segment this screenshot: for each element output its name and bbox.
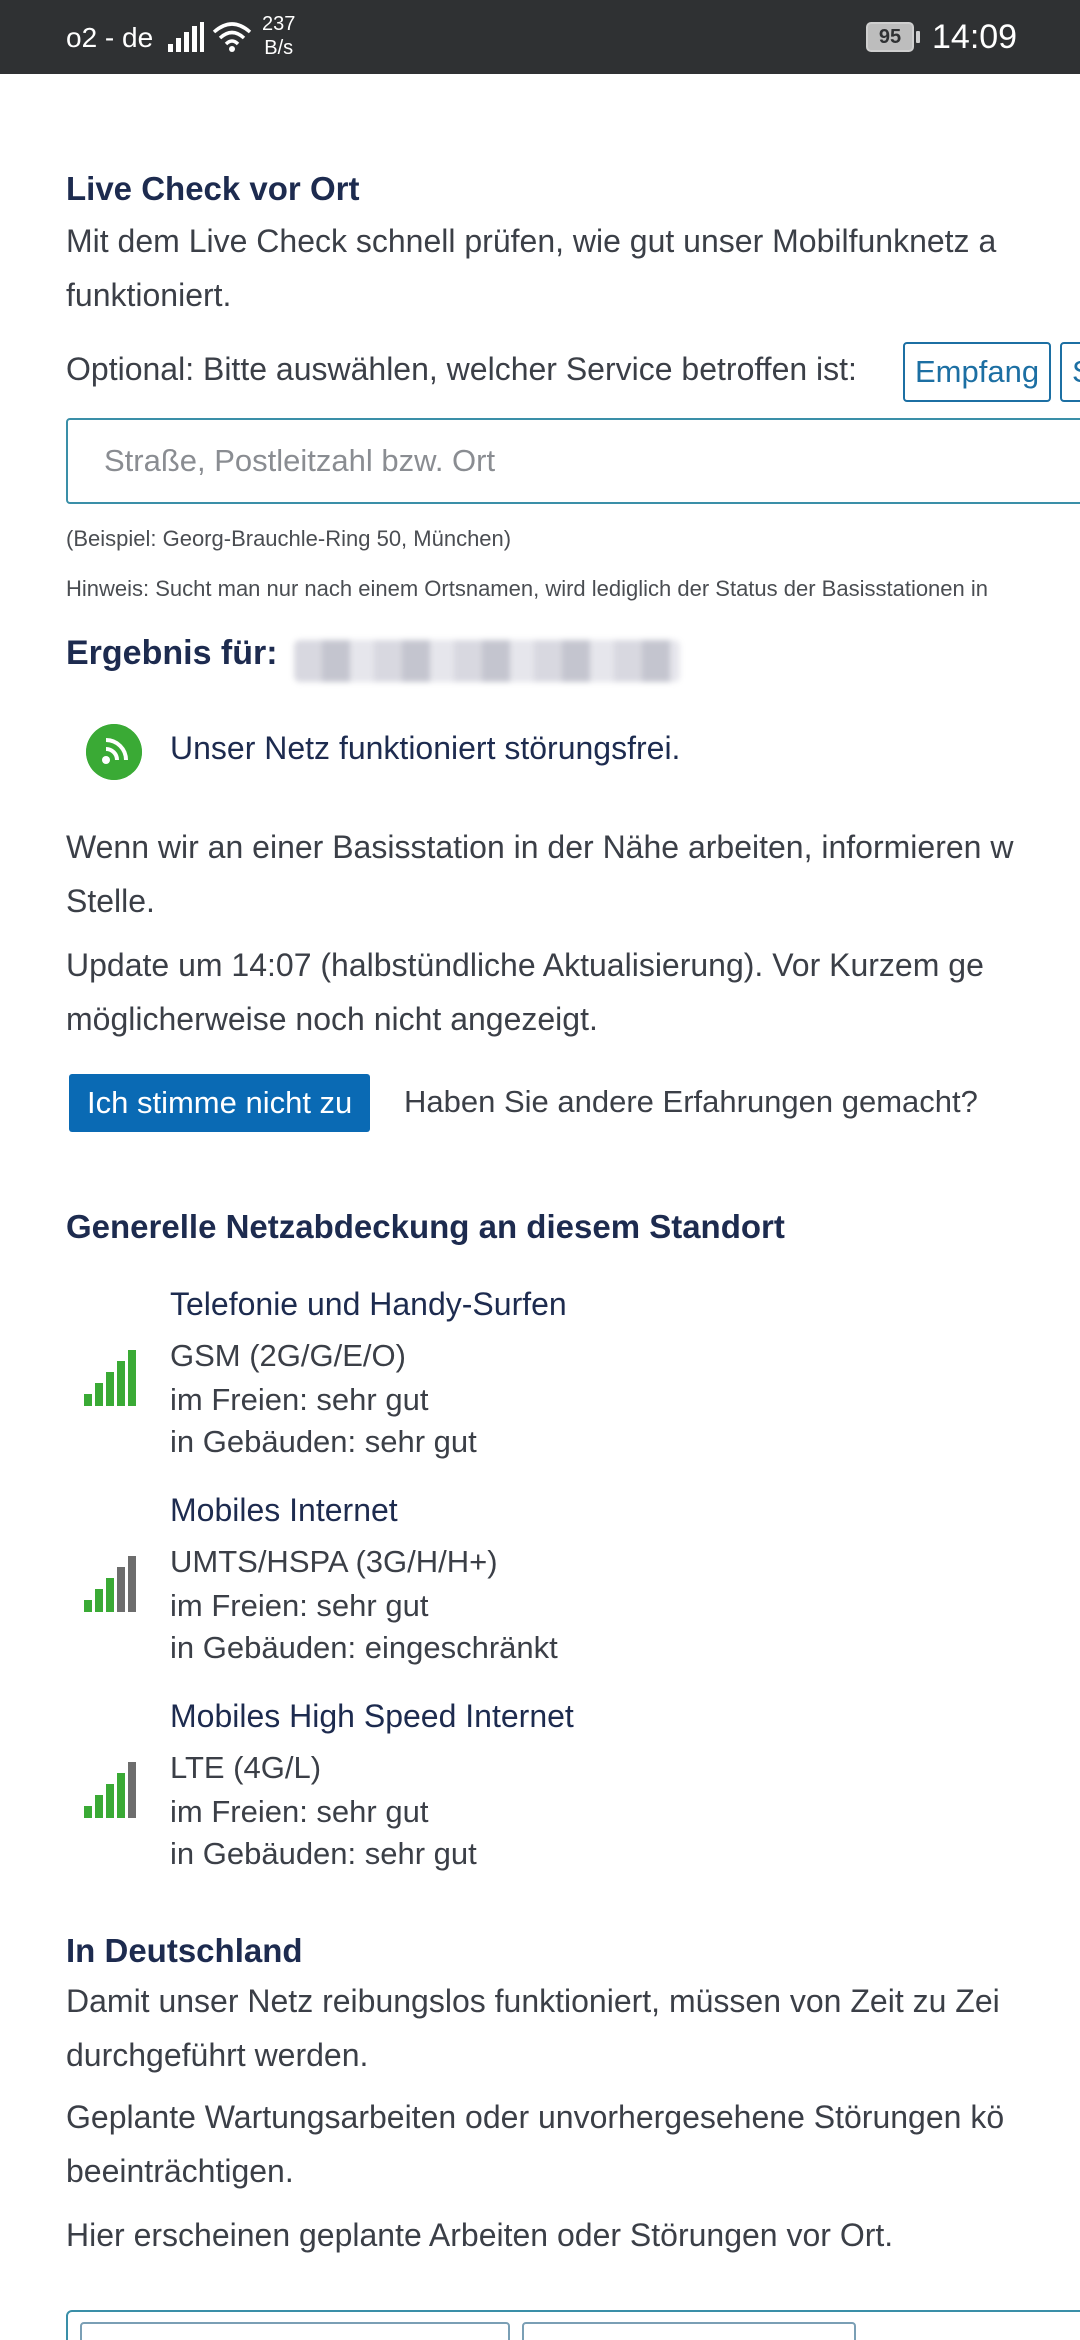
disruptions-tab[interactable] bbox=[522, 2322, 856, 2340]
coverage-item: Telefonie und Handy-Surfen GSM (2G/G/E/O… bbox=[66, 1286, 966, 1466]
coverage-outdoor: im Freien: sehr gut bbox=[170, 1382, 429, 1417]
coverage-title: Mobiles Internet bbox=[170, 1492, 398, 1528]
coverage-indoor: in Gebäuden: sehr gut bbox=[170, 1836, 477, 1871]
speed-value: 237 bbox=[262, 13, 296, 35]
live-check-intro-line2: funktioniert. bbox=[66, 277, 232, 313]
signal-bar bbox=[128, 1762, 136, 1818]
germany-p1-line2: durchgeführt werden. bbox=[66, 2037, 369, 2073]
coverage-heading: Generelle Netzabdeckung an diesem Stando… bbox=[66, 1208, 785, 1245]
coverage-item: Mobiles High Speed Internet LTE (4G/L) i… bbox=[66, 1698, 966, 1878]
germany-heading: In Deutschland bbox=[66, 1932, 303, 1969]
signal-bar bbox=[117, 1361, 125, 1406]
network-ok-icon bbox=[86, 724, 142, 780]
germany-p2-line2: beeinträchtigen. bbox=[66, 2153, 294, 2189]
cellular-signal-icon bbox=[168, 22, 204, 52]
germany-p3: Hier erscheinen geplante Arbeiten oder S… bbox=[66, 2217, 894, 2253]
disruptions-tab[interactable] bbox=[80, 2322, 510, 2340]
signal-strength-icon bbox=[84, 1556, 136, 1612]
service-button-second[interactable]: S bbox=[1060, 342, 1080, 402]
signal-bar bbox=[84, 1806, 92, 1818]
result-title: Ergebnis für: bbox=[66, 634, 278, 672]
status-bar: o2 - de 237 B/s 95 14:09 bbox=[0, 0, 1080, 74]
disagree-note: Haben Sie andere Erfahrungen gemacht? bbox=[404, 1084, 978, 1119]
signal-bar bbox=[106, 1784, 114, 1818]
coverage-tech: UMTS/HSPA (3G/H/H+) bbox=[170, 1544, 498, 1579]
update-info-line2: möglicherweise noch nicht angezeigt. bbox=[66, 1001, 598, 1037]
coverage-outdoor: im Freien: sehr gut bbox=[170, 1794, 429, 1829]
network-speed: 237 B/s bbox=[262, 12, 295, 60]
location-search-input[interactable] bbox=[66, 418, 1080, 504]
battery-icon: 95 bbox=[866, 22, 920, 52]
speed-unit: B/s bbox=[264, 37, 294, 59]
service-button-empfang[interactable]: Empfang bbox=[903, 342, 1052, 402]
coverage-indoor: in Gebäuden: sehr gut bbox=[170, 1424, 477, 1459]
live-check-heading: Live Check vor Ort bbox=[66, 170, 360, 207]
coverage-tech: LTE (4G/L) bbox=[170, 1750, 322, 1785]
germany-p1-line1: Damit unser Netz reibungslos funktionier… bbox=[66, 1983, 1000, 2019]
coverage-item: Mobiles Internet UMTS/HSPA (3G/H/H+) im … bbox=[66, 1492, 966, 1672]
signal-bar bbox=[117, 1773, 125, 1818]
coverage-title: Telefonie und Handy-Surfen bbox=[170, 1286, 567, 1322]
result-info-line1: Wenn wir an einer Basisstation in der Nä… bbox=[66, 829, 1014, 865]
disagree-button[interactable]: Ich stimme nicht zu bbox=[69, 1074, 371, 1132]
redacted-address bbox=[294, 640, 680, 682]
coverage-title: Mobiles High Speed Internet bbox=[170, 1698, 574, 1734]
germany-p2-line1: Geplante Wartungsarbeiten oder unvorherg… bbox=[66, 2099, 1005, 2135]
signal-strength-icon bbox=[84, 1350, 136, 1406]
signal-strength-icon bbox=[84, 1762, 136, 1818]
service-prompt: Optional: Bitte auswählen, welcher Servi… bbox=[66, 351, 857, 387]
network-status-text: Unser Netz funktioniert störungsfrei. bbox=[170, 730, 681, 766]
clock: 14:09 bbox=[932, 18, 1018, 56]
live-check-intro-line1: Mit dem Live Check schnell prüfen, wie g… bbox=[66, 223, 997, 259]
search-hint: Hinweis: Sucht man nur nach einem Ortsna… bbox=[66, 576, 989, 601]
signal-bar bbox=[106, 1578, 114, 1612]
signal-bar bbox=[95, 1589, 103, 1612]
signal-bar bbox=[95, 1795, 103, 1818]
signal-bar bbox=[84, 1394, 92, 1406]
battery-level: 95 bbox=[866, 22, 914, 52]
signal-bar bbox=[128, 1350, 136, 1406]
page-content: Live Check vor Ort Mit dem Live Check sc… bbox=[66, 74, 1080, 2340]
carrier-name: o2 - de bbox=[66, 22, 154, 53]
signal-bar bbox=[128, 1556, 136, 1612]
coverage-tech: GSM (2G/G/E/O) bbox=[170, 1338, 406, 1373]
signal-bar bbox=[95, 1383, 103, 1406]
wifi-icon bbox=[212, 22, 252, 52]
result-info-line2: Stelle. bbox=[66, 883, 155, 919]
coverage-indoor: in Gebäuden: eingeschränkt bbox=[170, 1630, 558, 1665]
disruptions-panel bbox=[66, 2310, 1080, 2340]
coverage-outdoor: im Freien: sehr gut bbox=[170, 1588, 429, 1623]
signal-bar bbox=[106, 1372, 114, 1406]
update-info-line1: Update um 14:07 (halbstündliche Aktualis… bbox=[66, 947, 984, 983]
signal-bar bbox=[117, 1567, 125, 1612]
signal-bar bbox=[84, 1600, 92, 1612]
search-example: (Beispiel: Georg-Brauchle-Ring 50, Münch… bbox=[66, 526, 512, 551]
